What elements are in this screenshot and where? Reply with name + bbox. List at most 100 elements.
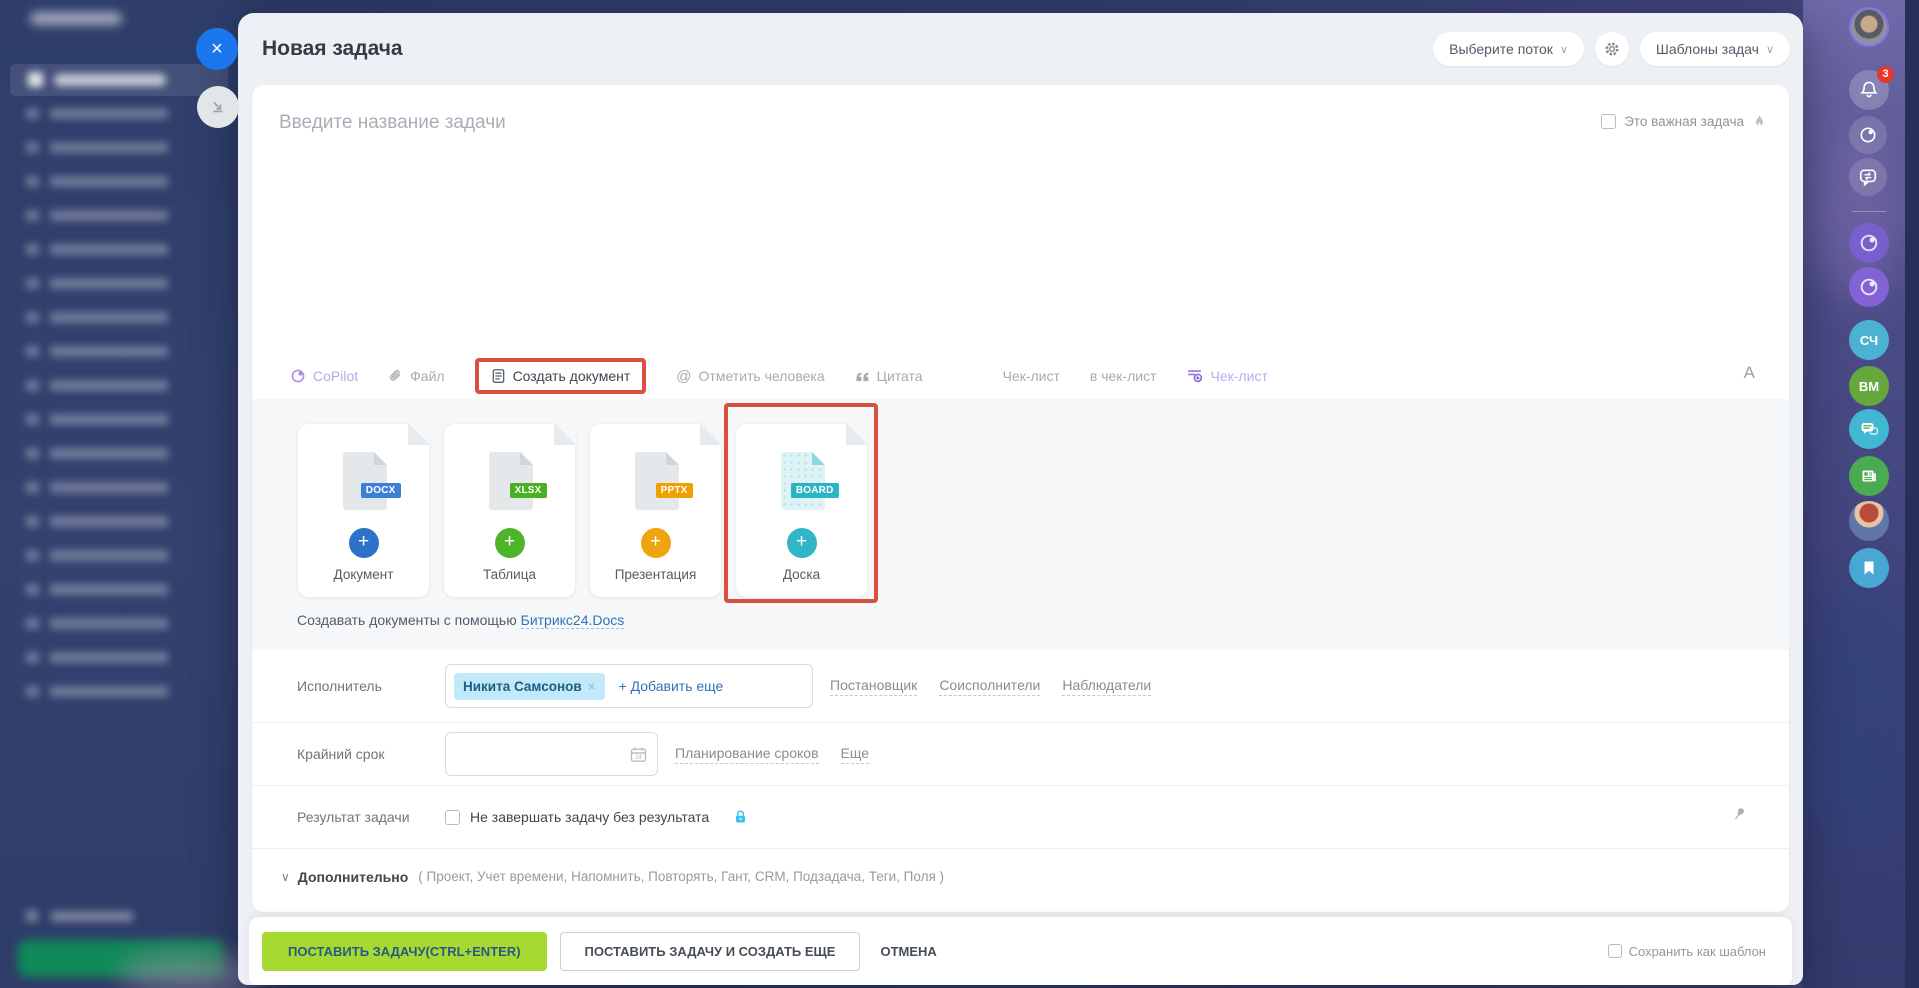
rail-divider [1852, 211, 1886, 212]
pptx-file-icon: PPTX [628, 450, 684, 514]
new-task-modal: Новая задача Выберите поток ∨ Шаблоны за… [238, 13, 1803, 985]
menu-icons-blurred [26, 108, 39, 708]
bookmark-icon [1860, 559, 1878, 577]
toolbar-quote[interactable]: Цитата [855, 368, 923, 384]
additional-row[interactable]: ∨ Дополнительно ( Проект, Учет времени, … [252, 849, 1789, 904]
active-menu-item-blurred [10, 64, 228, 96]
cancel-button[interactable]: ОТМЕНА [880, 944, 936, 959]
remove-assignee-icon[interactable]: × [588, 679, 596, 694]
card-create-pptx[interactable]: PPTX + Презентация [589, 423, 722, 598]
formatting-toggle[interactable]: A [1744, 363, 1755, 383]
svg-text:24: 24 [635, 755, 642, 761]
bitrix24-docs-link[interactable]: Битрикс24.Docs [521, 612, 625, 629]
lock-icon [733, 809, 748, 825]
toolbar-attach-file[interactable]: Файл [388, 368, 444, 384]
toolbar-copilot-checklist[interactable]: Чек-лист [1187, 368, 1268, 384]
docx-file-icon: DOCX [336, 450, 392, 514]
page-title: Новая задача [262, 37, 403, 61]
close-icon: × [211, 38, 223, 60]
swirl-icon [1858, 125, 1878, 145]
select-flow-button[interactable]: Выберите поток ∨ [1433, 32, 1584, 66]
chat-avatar-sc[interactable]: СЧ [1849, 320, 1889, 360]
copilot-checklist-icon [1187, 368, 1204, 384]
toolbar-copilot[interactable]: CoPilot [290, 368, 358, 384]
plus-icon: + [787, 528, 817, 558]
task-description-area[interactable] [252, 155, 1789, 355]
notification-badge: 3 [1877, 66, 1894, 83]
submit-task-button[interactable]: ПОСТАВИТЬ ЗАДАЧУ(CTRL+ENTER) [262, 932, 547, 971]
notifications-button[interactable]: 3 [1849, 70, 1889, 110]
important-checkbox[interactable] [1601, 114, 1616, 129]
plus-icon: + [495, 528, 525, 558]
save-template-checkbox[interactable] [1608, 944, 1622, 958]
task-title-input[interactable] [279, 107, 1459, 139]
deadline-input[interactable]: 24 [445, 732, 658, 776]
copilot-rail-icon[interactable] [1849, 116, 1887, 154]
right-edge-strip [1905, 0, 1919, 988]
user-avatar[interactable] [1849, 7, 1889, 47]
messenger-button[interactable] [1849, 409, 1889, 449]
bookmark-button[interactable] [1849, 548, 1889, 588]
toolbar-create-document[interactable]: Создать документ [491, 368, 631, 384]
flame-icon [1752, 113, 1767, 129]
card-create-docx[interactable]: DOCX + Документ [297, 423, 430, 598]
result-checkbox[interactable] [445, 810, 460, 825]
creator-link[interactable]: Постановщик [830, 677, 917, 696]
observers-link[interactable]: Наблюдатели [1062, 677, 1151, 696]
quote-icon [855, 370, 870, 383]
document-icon [491, 368, 506, 384]
pin-icon[interactable] [1731, 806, 1747, 822]
deadline-more-link[interactable]: Еще [841, 745, 870, 764]
chat-avatar-vm[interactable]: ВМ [1849, 366, 1889, 406]
settings-button[interactable] [1595, 32, 1629, 66]
coexecutors-link[interactable]: Соисполнители [939, 677, 1040, 696]
collapse-button[interactable] [197, 86, 239, 128]
add-assignee-link[interactable]: + Добавить еще [619, 678, 724, 694]
newspaper-icon [1858, 465, 1880, 487]
at-icon: @ [676, 368, 691, 385]
annotation-highlight-create-document: Создать документ [475, 358, 647, 394]
collapse-corner-icon [210, 99, 226, 115]
calendar-icon: 24 [630, 746, 647, 763]
copilot-icon [290, 368, 306, 384]
toolbar-to-checklist[interactable]: в чек-лист [1090, 368, 1157, 384]
chat-sync-button[interactable] [1849, 158, 1887, 196]
news-button[interactable] [1849, 456, 1889, 496]
assignee-field[interactable]: Никита Самсонов × + Добавить еще [445, 664, 813, 708]
close-button[interactable]: × [196, 28, 238, 70]
chat-sync-icon [1858, 167, 1878, 187]
copilot-ring-icon [1858, 232, 1880, 254]
submit-and-create-button[interactable]: ПОСТАВИТЬ ЗАДАЧУ И СОЗДАТЬ ЕЩЕ [560, 932, 861, 971]
chevron-down-icon: ∨ [281, 870, 290, 884]
invite-button-blurred [18, 940, 224, 977]
card-create-xlsx[interactable]: XLSX + Таблица [443, 423, 576, 598]
portal-name-blurred [30, 12, 122, 25]
docs-hint: Создавать документы с помощью Битрикс24.… [297, 612, 624, 628]
modal-header: Новая задача Выберите поток ∨ Шаблоны за… [238, 13, 1803, 85]
paperclip-icon [388, 369, 403, 384]
bell-icon [1859, 80, 1879, 100]
modal-footer: ПОСТАВИТЬ ЗАДАЧУ(CTRL+ENTER) ПОСТАВИТЬ З… [249, 917, 1792, 985]
copilot-ring-icon [1858, 276, 1880, 298]
task-templates-button[interactable]: Шаблоны задач ∨ [1640, 32, 1790, 66]
board-file-icon: BOARD [774, 450, 830, 514]
xlsx-file-icon: XLSX [482, 450, 538, 514]
toolbar-mention-person[interactable]: @ Отметить человека [676, 368, 824, 385]
additional-options: ( Проект, Учет времени, Напомнить, Повто… [418, 869, 944, 884]
chat-bubbles-icon [1858, 418, 1880, 440]
copilot-purple-button-1[interactable] [1849, 223, 1889, 263]
assistant-avatar[interactable] [1849, 501, 1889, 541]
deadline-row: Крайний срок 24 Планирование сроков Еще [252, 723, 1789, 786]
deadline-planning-link[interactable]: Планирование сроков [675, 745, 819, 764]
copilot-purple-button-2[interactable] [1849, 267, 1889, 307]
chevron-down-icon: ∨ [1560, 43, 1568, 56]
assignee-chip[interactable]: Никита Самсонов × [454, 673, 605, 700]
toolbar-checklist[interactable]: Чек-лист [1003, 368, 1060, 384]
screen: 3 [0, 0, 1919, 988]
settings-item-blurred [50, 911, 134, 922]
left-sidebar-blurred [0, 0, 240, 988]
plus-icon: + [349, 528, 379, 558]
card-create-board[interactable]: BOARD + Доска [735, 423, 868, 598]
menu-items-blurred [50, 108, 168, 708]
editor-toolbar: CoPilot Файл Создать документ [252, 353, 1789, 399]
